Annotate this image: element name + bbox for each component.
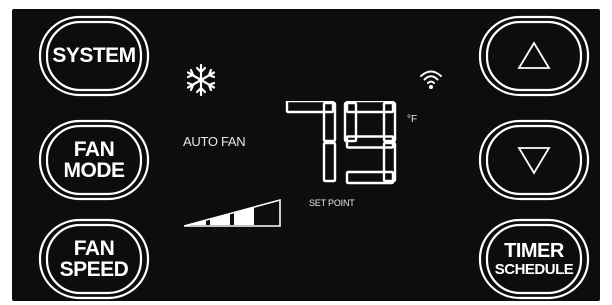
auto-fan-label: AUTO FAN (183, 134, 246, 149)
schedule-button-label: SCHEDULE (494, 260, 574, 278)
wifi-icon (420, 70, 442, 89)
down-arrow-icon (517, 147, 551, 175)
up-button[interactable] (478, 15, 590, 97)
digit-segment (322, 141, 337, 183)
fan-mode-button[interactable]: FAN MODE (38, 119, 150, 201)
up-arrow-icon (517, 41, 551, 69)
down-button[interactable] (478, 119, 590, 201)
fan-mode-button-label-1: FAN (73, 137, 115, 161)
fan-speed-indicator (183, 198, 281, 227)
set-point-label: SET POINT (309, 198, 355, 208)
snowflake-icon (186, 63, 216, 97)
temperature-digit (285, 101, 337, 183)
timer-schedule-button[interactable]: TIMER SCHEDULE (478, 218, 590, 300)
system-button[interactable]: SYSTEM (38, 15, 150, 97)
fan-speed-button[interactable]: FAN SPEED (38, 218, 150, 300)
fan-speed-button-label-1: FAN (73, 236, 115, 260)
system-button-label: SYSTEM (52, 44, 136, 68)
fan-speed-button-label-2: SPEED (59, 258, 129, 281)
temperature-digit (343, 101, 397, 185)
timer-button-label: TIMER (504, 240, 564, 263)
fan-speed-outline (183, 198, 281, 227)
temperature-display (285, 101, 397, 185)
fan-mode-button-label-2: MODE (63, 159, 126, 182)
temperature-unit: °F (407, 114, 418, 125)
